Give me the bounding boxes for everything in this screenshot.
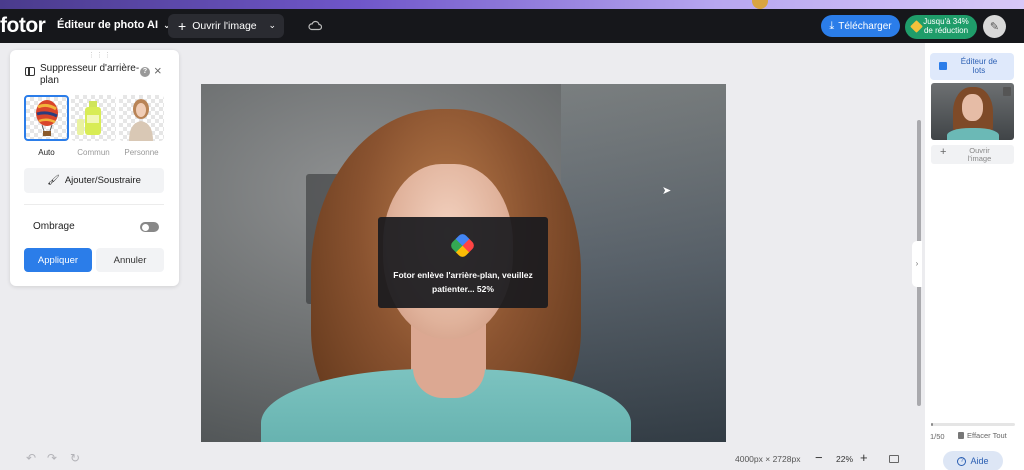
image-dimensions: 4000px × 2728px [735, 454, 801, 464]
mouse-cursor-icon: ➤ [662, 185, 672, 197]
clear-all-button[interactable]: Effacer Tout [958, 431, 1007, 440]
add-subtract-button[interactable]: 🖌 Ajouter/Soustraire [24, 168, 164, 193]
plus-icon: + [178, 18, 187, 34]
undo-icon[interactable]: ↶ [26, 451, 36, 465]
thumbnail-shirt [947, 128, 999, 140]
open-image-label: Ouvrir l'image [192, 20, 257, 32]
processing-message: Fotor enlève l'arrière-plan, veuillez pa… [393, 270, 533, 294]
background-remover-panel: ⋮⋮⋮ Suppresseur d'arrière-plan ? × Auto [10, 50, 179, 286]
mode-auto-label: Auto [38, 148, 55, 157]
panel-layout-icon [25, 67, 35, 76]
cancel-button[interactable]: Annuler [96, 248, 164, 272]
panel-drag-handle[interactable]: ⋮⋮⋮ [88, 51, 112, 59]
mode-common-card[interactable] [71, 95, 116, 141]
image-count-label: 1/50 [930, 432, 945, 441]
layers-icon [939, 62, 947, 70]
loading-spinner-icon [449, 232, 476, 259]
add-subtract-label: Ajouter/Soustraire [64, 175, 141, 186]
shadow-label: Ombrage [33, 221, 75, 232]
download-icon: ⤓ [829, 19, 835, 32]
help-icon[interactable]: ? [140, 67, 150, 77]
top-header: fotor Éditeur de photo AI ⌄ + Ouvrir l'im… [0, 9, 1024, 43]
cloud-icon[interactable] [308, 19, 322, 31]
mode-person-card[interactable] [119, 95, 164, 141]
chevron-right-icon: › [915, 259, 919, 268]
promo-line-2: de réduction [923, 26, 969, 35]
panel-title: Suppresseur d'arrière-plan [40, 63, 140, 86]
promo-discount-button[interactable]: Jusqu'à 34% de réduction [905, 15, 977, 39]
clear-all-label: Effacer Tout [967, 431, 1007, 440]
brush-icon: 🖌 [47, 175, 60, 186]
zoom-in-button[interactable]: + [860, 450, 868, 465]
user-avatar[interactable]: ✎ [983, 15, 1006, 38]
apply-button[interactable]: Appliquer [24, 248, 92, 272]
promo-line-1: Jusqu'à 34% [923, 17, 969, 26]
download-label: Télécharger [838, 20, 892, 32]
processing-overlay: Fotor enlève l'arrière-plan, veuillez pa… [378, 217, 548, 308]
trash-icon [958, 432, 964, 439]
wrench-icon: ✎ [989, 21, 1000, 33]
right-panel-collapse-handle[interactable]: › [912, 241, 922, 287]
redo-icon[interactable]: ↷ [47, 451, 57, 465]
mode-person-label: Personne [124, 148, 159, 157]
image-count-progress [931, 423, 1015, 426]
help-button[interactable]: ? Aide [943, 451, 1003, 470]
shadow-toggle[interactable] [140, 222, 159, 232]
download-button[interactable]: ⤓ Télécharger [821, 15, 900, 37]
image-thumbnail[interactable] [931, 83, 1014, 140]
person-portrait-icon [129, 99, 153, 141]
image-count-progress-fill [931, 423, 933, 426]
mode-common-label: Commun [77, 148, 110, 157]
plus-icon: + [940, 146, 947, 158]
trash-icon[interactable] [1003, 87, 1011, 96]
bottle-product-icon [77, 101, 101, 135]
thumbnail-face [962, 94, 983, 121]
mode-auto-card[interactable] [24, 95, 69, 141]
add-image-button[interactable]: + Ouvrir l'image [931, 145, 1014, 164]
top-gradient-strip [0, 0, 1024, 9]
fit-screen-icon[interactable] [889, 455, 899, 463]
history-icon[interactable]: ↻ [70, 451, 80, 465]
panel-divider [24, 204, 164, 205]
batch-editor-button[interactable]: Éditeur de lots [930, 53, 1014, 80]
zoom-out-button[interactable]: − [815, 450, 823, 465]
add-image-line-2: l'image [967, 154, 992, 163]
photo-editor-menu-label: Éditeur de photo AI [57, 19, 159, 31]
photo-editor-menu[interactable]: Éditeur de photo AI ⌄ [57, 19, 171, 31]
batch-editor-line-2: lots [972, 66, 986, 75]
chevron-down-icon[interactable]: ⌄ [268, 20, 276, 31]
zoom-level[interactable]: 22% [836, 454, 853, 464]
batch-side-panel: Éditeur de lots + Ouvrir l'image 1/50 Ef… [925, 43, 1024, 470]
batch-editor-line-1: Éditeur de [960, 57, 998, 66]
bottom-toolbar: ↶ ↷ ↻ 4000px × 2728px − 22% + [0, 448, 920, 470]
close-icon[interactable]: × [154, 63, 162, 78]
open-image-button[interactable]: + Ouvrir l'image ⌄ [168, 14, 284, 38]
fotor-logo[interactable]: fotor [0, 14, 46, 38]
hot-air-balloon-icon [36, 100, 58, 136]
question-icon: ? [957, 456, 967, 466]
help-label: Aide [970, 456, 989, 466]
